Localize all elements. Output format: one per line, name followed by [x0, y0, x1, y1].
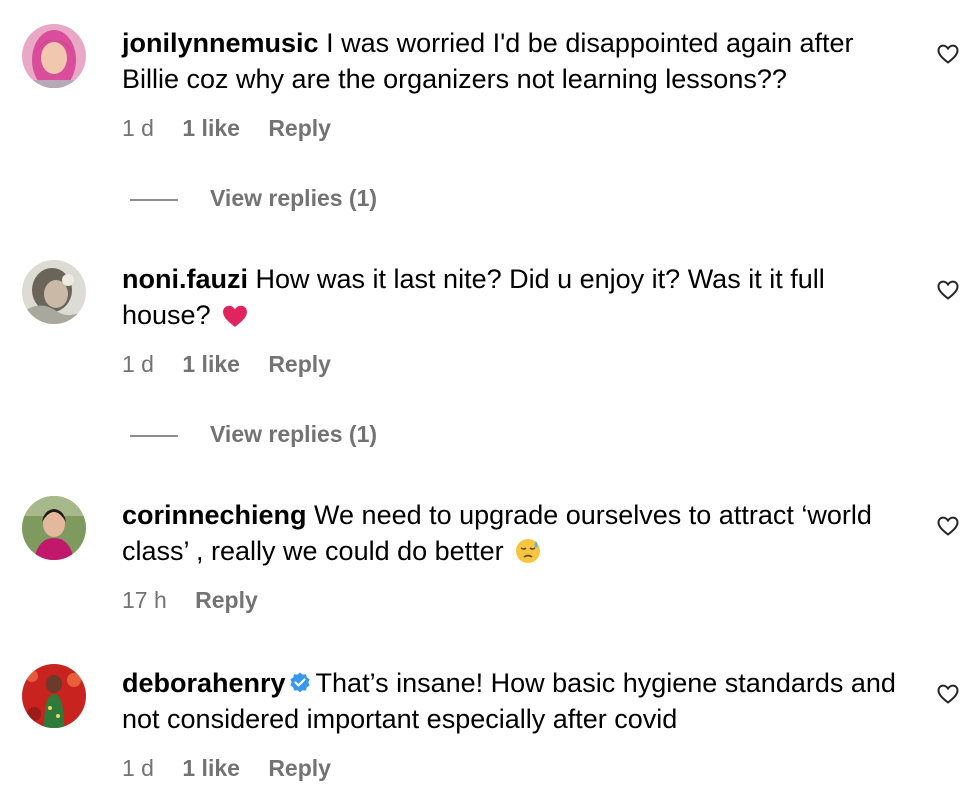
reply-button[interactable]: Reply [268, 755, 331, 781]
divider [130, 198, 178, 201]
reply-button[interactable]: Reply [195, 587, 258, 613]
comment-meta: 17 h Reply [122, 585, 280, 615]
comment-username[interactable]: noni.fauzi [122, 264, 248, 294]
comment-text: corinnechieng We need to upgrade ourselv… [122, 497, 912, 569]
comment-time: 1 d [122, 351, 154, 377]
comment-meta: 1 d 1 like Reply [122, 113, 353, 143]
like-heart-icon[interactable] [936, 514, 960, 538]
verified-badge-icon [289, 672, 310, 693]
like-count[interactable]: 1 like [182, 351, 240, 377]
downcast-sweat-emoji-icon [516, 539, 541, 563]
comment-meta: 1 d 1 like Reply [122, 349, 353, 379]
avatar[interactable] [22, 24, 86, 88]
divider [130, 434, 178, 437]
comment-username[interactable]: corinnechieng [122, 500, 307, 530]
avatar[interactable] [22, 260, 86, 324]
view-replies-label: View replies (1) [210, 421, 378, 447]
view-replies-button[interactable]: View replies (1) [130, 419, 377, 449]
comment-time: 1 d [122, 755, 154, 781]
comment-text: deborahenry That’s insane! How basic hyg… [122, 665, 912, 737]
like-count[interactable]: 1 like [182, 755, 240, 781]
like-count[interactable]: 1 like [182, 115, 240, 141]
comment-username[interactable]: deborahenry [122, 668, 286, 698]
like-heart-icon[interactable] [936, 682, 960, 706]
view-replies-label: View replies (1) [210, 185, 378, 211]
comment-time: 17 h [122, 587, 167, 613]
comment-text: noni.fauzi How was it last nite? Did u e… [122, 261, 912, 333]
reply-button[interactable]: Reply [268, 115, 331, 141]
comment-username[interactable]: jonilynnemusic [122, 28, 319, 58]
comment-time: 1 d [122, 115, 154, 141]
comment-meta: 1 d 1 like Reply [122, 753, 353, 783]
reply-button[interactable]: Reply [268, 351, 331, 377]
like-heart-icon[interactable] [936, 42, 960, 66]
like-heart-icon[interactable] [936, 278, 960, 302]
view-replies-button[interactable]: View replies (1) [130, 183, 377, 213]
heart-emoji-icon [223, 305, 248, 327]
avatar[interactable] [22, 496, 86, 560]
avatar[interactable] [22, 664, 86, 728]
comment-text: jonilynnemusic I was worried I'd be disa… [122, 25, 912, 97]
